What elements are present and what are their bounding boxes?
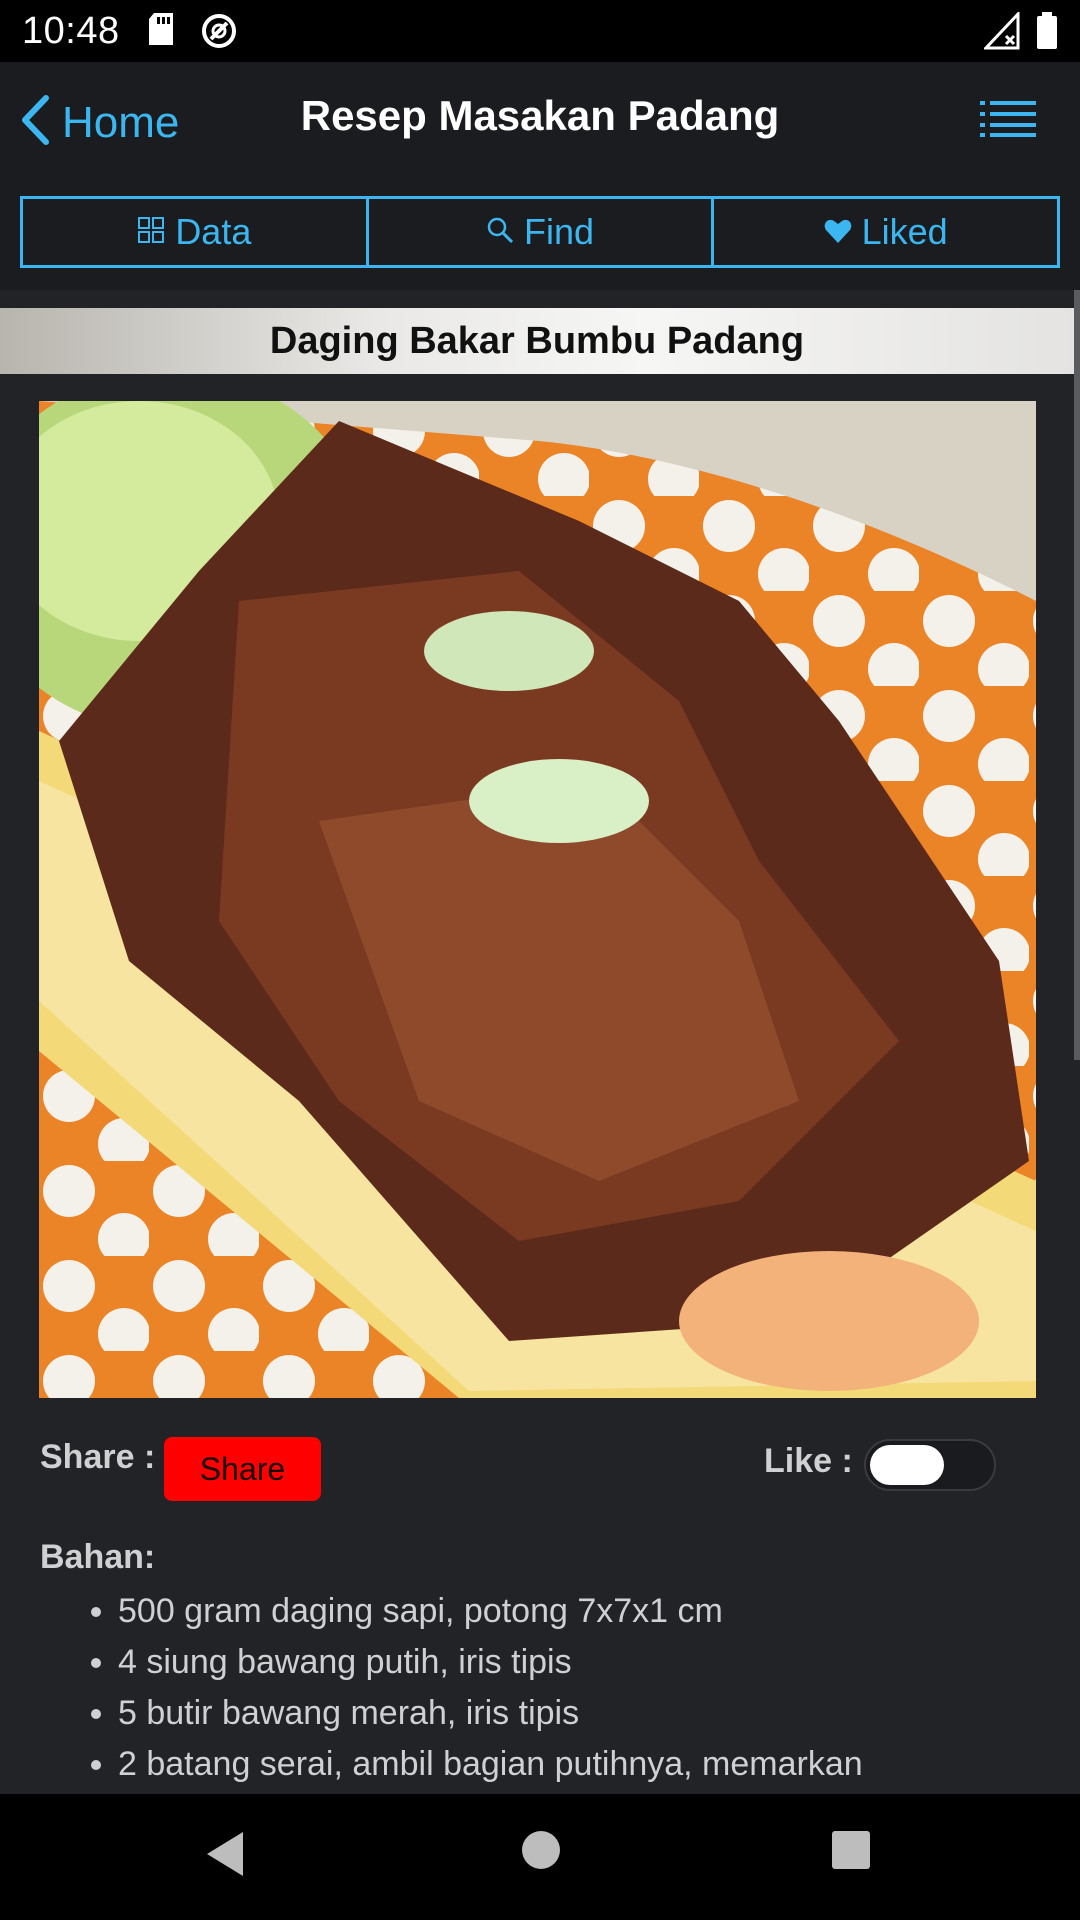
like-toggle[interactable] [864,1439,996,1491]
tab-find[interactable]: Find [369,199,715,265]
sync-icon [200,12,238,55]
tab-find-label: Find [523,211,595,252]
segmented-control: Data Find Liked [20,196,1060,268]
share-button[interactable]: Share [164,1437,321,1501]
battery-icon [1036,12,1058,55]
status-time: 10:48 [22,10,120,52]
list-item: 500 gram daging sapi, potong 7x7x1 cm [118,1586,863,1637]
recents-square-icon[interactable] [831,1830,871,1875]
scrollbar[interactable] [1074,290,1080,1060]
signal-icon [982,10,1020,55]
toggle-knob [870,1445,944,1485]
list-item: 4 siung bawang putih, iris tipis [118,1637,863,1688]
search-icon [486,211,514,253]
recipe-content[interactable]: Daging Bakar Bumbu Padang Share: Share … [0,290,1080,1794]
tab-liked-label: Liked [861,211,948,252]
tab-liked[interactable]: Liked [714,199,1057,265]
recipe-photo [39,401,1036,1398]
tab-data-label: Data [175,211,252,252]
list-item: 2 batang serai, ambil bagian putihnya, m… [118,1739,863,1790]
ingredients-heading: Bahan: [40,1538,156,1576]
status-bar: 10:48 [0,0,1080,62]
list-item: 5 butir bawang merah, iris tipis [118,1688,863,1739]
ingredients-list: 500 gram daging sapi, potong 7x7x1 cm 4 … [78,1586,863,1790]
sd-card-icon [148,12,174,51]
app-header: Home Resep Masakan Padang [0,62,1080,174]
home-circle-icon[interactable] [521,1830,561,1875]
system-nav-bar [0,1794,1080,1920]
heart-icon [824,211,852,253]
tab-data[interactable]: Data [23,199,369,265]
recipe-title: Daging Bakar Bumbu Padang [0,308,1074,374]
tab-bar: Data Find Liked [0,174,1080,290]
list-menu-icon[interactable] [980,100,1036,143]
share-label: Share : [40,1438,156,1476]
like-label: Like : [764,1442,853,1480]
back-triangle-icon[interactable] [205,1830,245,1883]
grid-icon [137,211,165,253]
page-title: Resep Masakan Padang [300,92,780,139]
